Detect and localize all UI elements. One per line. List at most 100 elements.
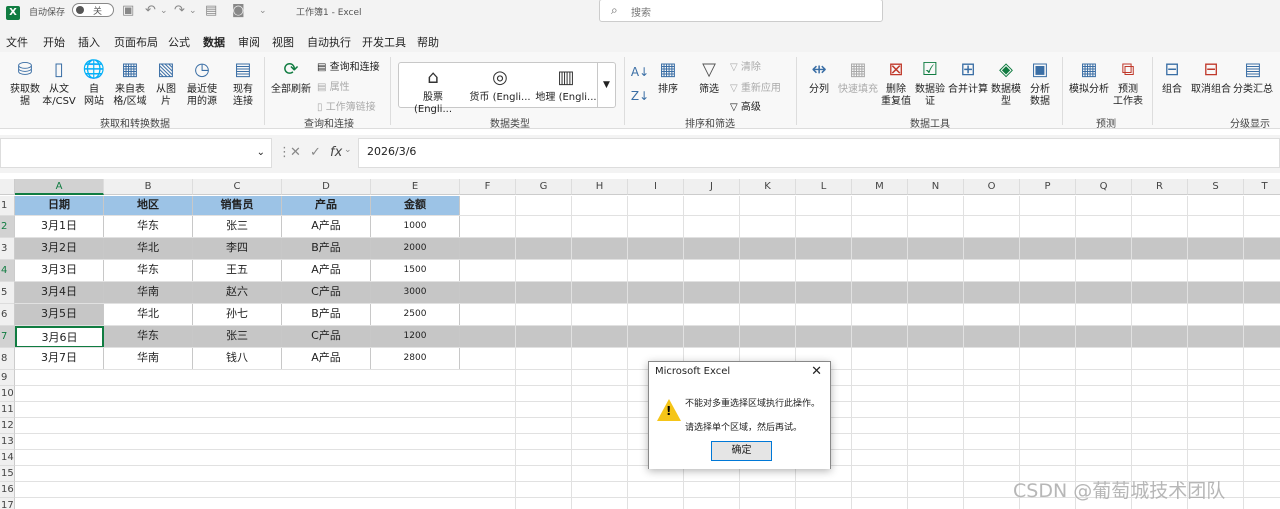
table-cell[interactable]: 2000 [371,238,460,260]
autosave-toggle[interactable]: 关 [72,3,114,17]
undo-icon[interactable]: ↶ [145,3,156,18]
redo-dropdown-icon[interactable]: ⌄ [189,6,197,16]
form-icon[interactable]: ▤ [205,3,217,18]
menu-view[interactable]: 视图 [272,34,294,50]
menu-page-layout[interactable]: 页面布局 [114,34,158,50]
redo-icon[interactable]: ↷ [174,3,185,18]
column-header-f[interactable]: F [460,179,516,195]
subtotal-button[interactable]: ▤ 分类汇总 [1232,58,1274,96]
column-header-q[interactable]: Q [1076,179,1132,195]
get-data-button[interactable]: ⛁ 获取数据 [6,58,44,108]
menu-file[interactable]: 文件 [6,34,28,50]
table-cell[interactable]: 3000 [371,282,460,304]
table-cell[interactable]: 孙七 [193,304,282,326]
table-cell[interactable]: 张三 [193,326,282,348]
table-cell[interactable]: 3月7日 [15,348,104,370]
column-header-l[interactable]: L [796,179,852,195]
data-validation-button[interactable]: ☑ 数据验证 [912,58,948,108]
customize-qat-icon[interactable]: ⌄ [259,6,267,16]
table-cell[interactable]: 张三 [193,216,282,238]
row-header-10[interactable]: 10 [0,386,15,402]
from-web-button[interactable]: 🌐 自网站 [80,58,108,108]
table-cell[interactable]: A产品 [282,216,371,238]
menu-formulas[interactable]: 公式 [168,34,190,50]
column-header-g[interactable]: G [516,179,572,195]
row-header-6[interactable]: 6 [0,304,15,326]
row-header-5[interactable]: 5 [0,282,15,304]
table-cell[interactable]: 华东 [104,326,193,348]
table-cell[interactable]: 华北 [104,238,193,260]
sort-desc-button[interactable]: Z↓ [630,84,650,110]
workbook-links-button[interactable]: ▯ 工作簿链接 [317,98,376,113]
table-header-cell[interactable]: 金额 [371,196,460,216]
ungroup-button[interactable]: ⊟ 取消组合 [1190,58,1232,96]
chevron-down-icon[interactable]: ⌄ [257,147,265,158]
menu-review[interactable]: 审阅 [238,34,260,50]
row-header-8[interactable]: 8 [0,348,15,370]
what-if-button[interactable]: ▦ 模拟分析 [1068,58,1110,96]
cancel-icon[interactable]: ✕ [290,145,301,160]
sort-button[interactable]: ▦ 排序 [655,58,681,96]
close-icon[interactable]: ✕ [811,364,822,379]
recent-sources-button[interactable]: ◷ 最近使 用的源 [182,58,222,108]
existing-connections-button[interactable]: ▤ 现有 连接 [228,58,258,108]
row-header-16[interactable]: 16 [0,482,15,498]
row-header-14[interactable]: 14 [0,450,15,466]
insert-function-icon[interactable]: fx [330,145,342,160]
formula-input[interactable]: 2026/3/6 [358,138,1280,168]
table-header-cell[interactable]: 地区 [104,196,193,216]
currency-button[interactable]: ◎ 货币 (Engli... [469,66,531,104]
row-header-15[interactable]: 15 [0,466,15,482]
column-header-n[interactable]: N [908,179,964,195]
column-header-c[interactable]: C [193,179,282,195]
table-cell[interactable]: 3月6日 [15,326,104,348]
column-header-t[interactable]: T [1244,179,1280,195]
column-header-r[interactable]: R [1132,179,1188,195]
column-header-j[interactable]: J [684,179,740,195]
column-header-s[interactable]: S [1188,179,1244,195]
reapply-button[interactable]: ▽ 重新应用 [730,79,781,94]
column-header-e[interactable]: E [371,179,460,195]
table-header-cell[interactable]: 产品 [282,196,371,216]
data-model-button[interactable]: ◈ 数据模型 [990,58,1022,108]
group-button[interactable]: ⊟ 组合 [1158,58,1186,96]
column-header-b[interactable]: B [104,179,193,195]
table-cell[interactable]: 3月3日 [15,260,104,282]
forecast-sheet-button[interactable]: ⧉ 预测 工作表 [1110,58,1146,108]
table-cell[interactable]: A产品 [282,260,371,282]
row-header-2[interactable]: 2 [0,216,15,238]
table-cell[interactable]: 华东 [104,216,193,238]
flash-fill-button[interactable]: ▦ 快速填充 [836,58,880,96]
from-table-button[interactable]: ▦ 来自表 格/区域 [110,58,150,108]
table-cell[interactable]: 李四 [193,238,282,260]
row-header-7[interactable]: 7 [0,326,15,348]
row-header-13[interactable]: 13 [0,434,15,450]
refresh-all-button[interactable]: ⟳ 全部刷新 [270,58,312,96]
gallery-expand-icon[interactable]: ▼ [597,63,615,107]
table-cell[interactable]: 3月5日 [15,304,104,326]
table-cell[interactable]: A产品 [282,348,371,370]
stocks-button[interactable]: ⌂ 股票 (Engli... [403,66,463,116]
table-cell[interactable]: 赵六 [193,282,282,304]
table-cell[interactable]: 3月1日 [15,216,104,238]
table-cell[interactable]: 钱八 [193,348,282,370]
table-cell[interactable]: 3月4日 [15,282,104,304]
properties-button[interactable]: ▤ 属性 [317,78,350,93]
menu-automate[interactable]: 自动执行 [307,34,351,50]
row-header-12[interactable]: 12 [0,418,15,434]
camera-icon[interactable]: ◙ [232,3,245,18]
table-cell[interactable]: 华南 [104,282,193,304]
menu-data[interactable]: 数据 [203,34,225,54]
column-header-m[interactable]: M [852,179,908,195]
analyze-data-button[interactable]: ▣ 分析 数据 [1026,58,1054,108]
table-cell[interactable]: 华东 [104,260,193,282]
undo-dropdown-icon[interactable]: ⌄ [160,6,168,16]
row-header-4[interactable]: 4 [0,260,15,282]
name-box[interactable]: ⌄ [0,138,272,168]
queries-connections-button[interactable]: ▤ 查询和连接 [317,58,380,73]
enter-icon[interactable]: ✓ [310,145,321,160]
row-header-3[interactable]: 3 [0,238,15,260]
column-header-o[interactable]: O [964,179,1020,195]
column-header-i[interactable]: I [628,179,684,195]
geography-button[interactable]: ▥ 地理 (Engli... [535,66,597,104]
